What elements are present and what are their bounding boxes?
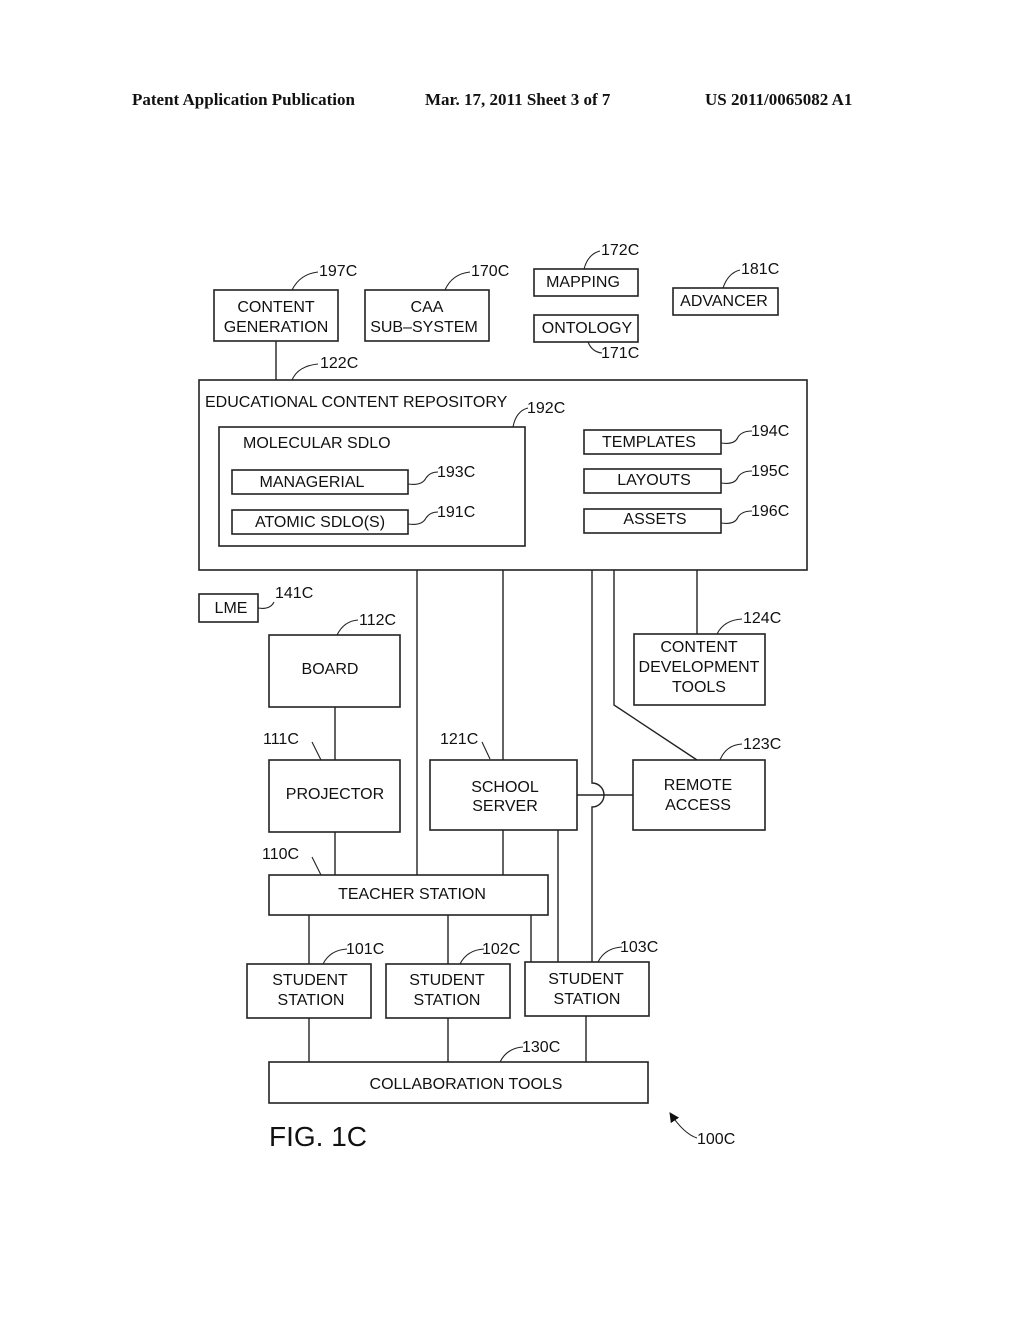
collaboration-tools-label: COLLABORATION TOOLS	[370, 1076, 563, 1093]
repository-label: EDUCATIONAL CONTENT REPOSITORY	[205, 394, 508, 411]
student-station-1-label-2: STATION	[278, 992, 345, 1009]
content-dev-label-1: CONTENT	[660, 639, 738, 656]
school-server-label-1: SCHOOL	[471, 779, 539, 796]
student-station-3-label-2: STATION	[554, 991, 621, 1008]
ref-141c: 141C	[275, 585, 313, 602]
content-generation-label-1: CONTENT	[237, 299, 315, 316]
mapping-label: MAPPING	[546, 274, 620, 291]
lme-label: LME	[215, 600, 248, 617]
student-station-1-label-1: STUDENT	[272, 972, 348, 989]
molecular-sdlo-label: MOLECULAR SDLO	[243, 435, 391, 452]
teacher-station-label: TEACHER STATION	[338, 886, 486, 903]
ref-196c: 196C	[751, 503, 789, 520]
content-generation-label-2: GENERATION	[224, 319, 329, 336]
ref-101c: 101C	[346, 941, 384, 958]
ref-172c: 172C	[601, 242, 639, 259]
content-dev-label-2: DEVELOPMENT	[639, 659, 760, 676]
projector-label: PROJECTOR	[286, 786, 384, 803]
student-station-1[interactable]: STUDENT STATION 101C	[246, 941, 384, 1019]
caa-label-2: SUB–SYSTEM	[370, 319, 478, 336]
advancer-block[interactable]: ADVANCER 181C	[672, 261, 779, 316]
ref-192c: 192C	[527, 400, 565, 417]
assets-label: ASSETS	[623, 511, 686, 528]
board-block[interactable]: BOARD 112C	[268, 612, 401, 708]
ontology-label: ONTOLOGY	[542, 320, 633, 337]
student-station-2-label-1: STUDENT	[409, 972, 485, 989]
school-server-label-2: SERVER	[472, 798, 538, 815]
advancer-label: ADVANCER	[680, 293, 768, 310]
content-dev-label-3: TOOLS	[672, 679, 726, 696]
student-station-2-label-2: STATION	[414, 992, 481, 1009]
ref-124c: 124C	[743, 610, 781, 627]
remote-access-label-2: ACCESS	[665, 797, 731, 814]
overall-ref-arrow-icon	[669, 1112, 698, 1139]
caa-label-1: CAA	[411, 299, 444, 316]
ref-111c: 111C	[263, 731, 299, 748]
ref-193c: 193C	[437, 464, 475, 481]
ref-191c: 191C	[437, 504, 475, 521]
ref-130c: 130C	[522, 1039, 560, 1056]
student-station-3-label-1: STUDENT	[548, 971, 624, 988]
mapping-block[interactable]: MAPPING 172C	[533, 242, 639, 297]
ref-122c: 122C	[320, 355, 358, 372]
ref-197c: 197C	[319, 263, 357, 280]
content-development-tools-block[interactable]: CONTENT DEVELOPMENT TOOLS 124C	[633, 610, 781, 706]
ref-194c: 194C	[751, 423, 789, 440]
ref-195c: 195C	[751, 463, 789, 480]
managerial-label: MANAGERIAL	[260, 474, 365, 491]
ontology-block[interactable]: ONTOLOGY 171C	[533, 314, 639, 362]
ref-121c: 121C	[440, 731, 478, 748]
ref-102c: 102C	[482, 941, 520, 958]
remote-access-label-1: REMOTE	[664, 777, 732, 794]
ref-100c: 100C	[697, 1131, 735, 1148]
educational-content-repository[interactable]: EDUCATIONAL CONTENT REPOSITORY 122C MOLE…	[198, 355, 808, 571]
layouts-label: LAYOUTS	[617, 472, 691, 489]
ref-181c: 181C	[741, 261, 779, 278]
projector-block[interactable]: PROJECTOR 111C	[263, 731, 401, 833]
ref-171c: 171C	[601, 345, 639, 362]
ref-123c: 123C	[743, 736, 781, 753]
ref-112c: 112C	[359, 612, 396, 629]
system-diagram: CONTENT GENERATION 197C CAA SUB–SYSTEM 1…	[198, 242, 808, 1152]
ref-170c: 170C	[471, 263, 509, 280]
ref-103c: 103C	[620, 939, 658, 956]
caa-subsystem-block[interactable]: CAA SUB–SYSTEM 170C	[364, 263, 509, 342]
figure-label: FIG. 1C	[269, 1121, 367, 1152]
lme-block[interactable]: LME 141C	[198, 585, 313, 623]
student-station-2[interactable]: STUDENT STATION 102C	[385, 941, 520, 1019]
line-repository-student3-bridge	[591, 570, 605, 962]
content-generation-block[interactable]: CONTENT GENERATION 197C	[213, 263, 357, 342]
teacher-station-block[interactable]: TEACHER STATION 110C	[262, 846, 549, 916]
templates-label: TEMPLATES	[602, 434, 696, 451]
remote-access-block[interactable]: REMOTE ACCESS 123C	[632, 736, 781, 831]
collaboration-tools-block[interactable]: COLLABORATION TOOLS 130C	[268, 1039, 649, 1104]
atomic-sdlo-label: ATOMIC SDLO(S)	[255, 514, 385, 531]
board-label: BOARD	[302, 661, 359, 678]
ref-110c: 110C	[262, 846, 299, 863]
